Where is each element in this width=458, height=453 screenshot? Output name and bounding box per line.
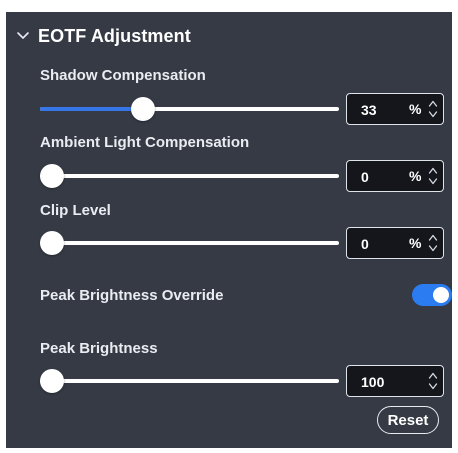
stepper-arrows xyxy=(428,166,438,186)
stepper-arrows xyxy=(428,99,438,119)
stepper-value[interactable]: 33 xyxy=(361,102,377,118)
peak-brightness-slider[interactable] xyxy=(40,368,339,394)
shadow-compensation-stepper[interactable]: 33 % xyxy=(346,93,444,125)
peak-brightness-stepper[interactable]: 100 xyxy=(346,365,444,397)
slider-thumb[interactable] xyxy=(130,97,155,121)
slider-fill xyxy=(40,107,143,111)
peak-brightness-label: Peak Brightness xyxy=(40,340,158,357)
stepper-value[interactable]: 0 xyxy=(361,236,369,252)
stepper-arrows xyxy=(428,233,438,253)
clip-level-label: Clip Level xyxy=(40,202,111,219)
stepper-unit: % xyxy=(409,168,422,184)
chevron-down-icon[interactable] xyxy=(428,244,438,253)
chevron-down-icon[interactable] xyxy=(428,177,438,186)
chevron-down-icon[interactable] xyxy=(428,110,438,119)
slider-thumb[interactable] xyxy=(40,369,64,393)
section-title: EOTF Adjustment xyxy=(38,25,191,46)
shadow-compensation-slider[interactable] xyxy=(40,96,339,122)
ambient-light-compensation-label: Ambient Light Compensation xyxy=(40,134,250,151)
peak-brightness-override-toggle[interactable] xyxy=(412,284,452,306)
slider-track xyxy=(40,174,339,178)
ambient-light-compensation-slider[interactable] xyxy=(40,163,339,189)
section-header[interactable]: EOTF Adjustment xyxy=(16,25,191,47)
stepper-arrows xyxy=(428,371,438,391)
slider-track xyxy=(40,241,339,245)
chevron-down-icon[interactable] xyxy=(16,29,30,43)
peak-brightness-override-label: Peak Brightness Override xyxy=(40,287,224,304)
ambient-light-compensation-stepper[interactable]: 0 % xyxy=(346,160,444,192)
shadow-compensation-label: Shadow Compensation xyxy=(40,67,206,84)
chevron-up-icon[interactable] xyxy=(428,371,438,380)
stepper-value[interactable]: 0 xyxy=(361,169,369,185)
chevron-down-icon[interactable] xyxy=(428,382,438,391)
reset-button[interactable]: Reset xyxy=(377,406,439,434)
stepper-unit: % xyxy=(409,235,422,251)
slider-thumb[interactable] xyxy=(40,231,64,255)
toggle-knob xyxy=(433,287,449,303)
stepper-value[interactable]: 100 xyxy=(361,374,384,390)
slider-track xyxy=(40,379,339,383)
clip-level-slider[interactable] xyxy=(40,230,339,256)
eotf-adjustment-panel: EOTF Adjustment Shadow Compensation 33 %… xyxy=(6,12,452,448)
chevron-up-icon[interactable] xyxy=(428,166,438,175)
chevron-up-icon[interactable] xyxy=(428,99,438,108)
slider-thumb[interactable] xyxy=(40,164,64,188)
stepper-unit: % xyxy=(409,101,422,117)
clip-level-stepper[interactable]: 0 % xyxy=(346,227,444,259)
chevron-up-icon[interactable] xyxy=(428,233,438,242)
